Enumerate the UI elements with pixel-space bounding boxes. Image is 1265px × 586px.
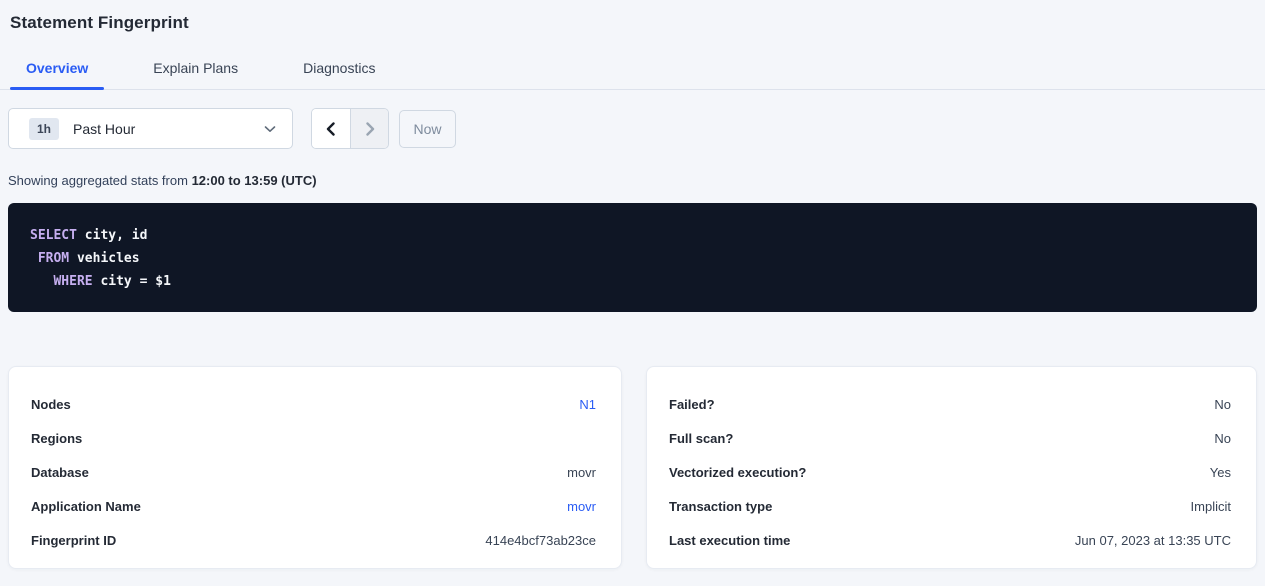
info-row: Nodes N1 xyxy=(31,387,596,421)
info-value: No xyxy=(1214,397,1231,412)
chevron-left-icon xyxy=(325,122,337,136)
next-time-button[interactable] xyxy=(350,109,388,148)
sql-keyword: FROM xyxy=(38,251,69,266)
info-row: Fingerprint ID 414e4bcf73ab23ce xyxy=(31,523,596,557)
sql-keyword: SELECT xyxy=(30,228,77,243)
tab-diagnostics[interactable]: Diagnostics xyxy=(287,60,391,89)
execution-attributes-card: Failed? No Full scan? No Vectorized exec… xyxy=(646,366,1257,569)
info-label: Nodes xyxy=(31,397,71,412)
page-title: Statement Fingerprint xyxy=(0,0,1265,33)
statement-details-card: Nodes N1 Regions Database movr Applicati… xyxy=(8,366,622,569)
application-name-link[interactable]: movr xyxy=(567,499,596,514)
time-controls: 1h Past Hour Now xyxy=(8,108,1265,149)
prev-time-button[interactable] xyxy=(312,109,350,148)
info-value: No xyxy=(1214,431,1231,446)
nodes-link[interactable]: N1 xyxy=(579,397,596,412)
info-label: Regions xyxy=(31,431,82,446)
info-row: Transaction type Implicit xyxy=(669,489,1231,523)
chevron-down-icon xyxy=(264,125,276,133)
sql-statement-box: SELECT city, id FROM vehicles WHERE city… xyxy=(8,203,1257,312)
aggregated-stats-range: 12:00 to 13:59 (UTC) xyxy=(192,173,317,188)
time-step-buttons xyxy=(311,108,389,149)
info-cards: Nodes N1 Regions Database movr Applicati… xyxy=(8,366,1257,569)
info-label: Fingerprint ID xyxy=(31,533,116,548)
info-label: Transaction type xyxy=(669,499,772,514)
tab-bar: Overview Explain Plans Diagnostics xyxy=(0,52,1265,90)
sql-text: city = $1 xyxy=(93,274,171,289)
info-value: Yes xyxy=(1210,465,1231,480)
info-row: Last execution time Jun 07, 2023 at 13:3… xyxy=(669,523,1231,557)
sql-text: vehicles xyxy=(69,251,139,266)
info-label: Last execution time xyxy=(669,533,790,548)
aggregated-stats-text: Showing aggregated stats from 12:00 to 1… xyxy=(8,173,1265,188)
sql-line: WHERE city = $1 xyxy=(30,270,1237,293)
last-execution-time-value: Jun 07, 2023 at 13:35 UTC xyxy=(1075,533,1231,548)
info-row: Vectorized execution? Yes xyxy=(669,455,1231,489)
info-label: Database xyxy=(31,465,89,480)
time-range-label: Past Hour xyxy=(73,121,264,137)
info-label: Application Name xyxy=(31,499,141,514)
info-row: Database movr xyxy=(31,455,596,489)
info-row: Failed? No xyxy=(669,387,1231,421)
sql-line: SELECT city, id xyxy=(30,224,1237,247)
info-label: Vectorized execution? xyxy=(669,465,806,480)
sql-line: FROM vehicles xyxy=(30,247,1237,270)
aggregated-stats-prefix: Showing aggregated stats from xyxy=(8,173,192,188)
info-row: Regions xyxy=(31,421,596,455)
info-label: Full scan? xyxy=(669,431,733,446)
tab-overview[interactable]: Overview xyxy=(10,60,104,89)
sql-keyword: WHERE xyxy=(53,274,92,289)
sql-text: city, id xyxy=(77,228,147,243)
info-value: movr xyxy=(567,465,596,480)
tab-explain-plans[interactable]: Explain Plans xyxy=(137,60,254,89)
chevron-right-icon xyxy=(364,122,376,136)
fingerprint-id-value: 414e4bcf73ab23ce xyxy=(485,533,596,548)
statement-fingerprint-page: Statement Fingerprint Overview Explain P… xyxy=(0,0,1265,586)
time-range-badge: 1h xyxy=(29,118,59,140)
info-value: Implicit xyxy=(1191,499,1231,514)
info-label: Failed? xyxy=(669,397,715,412)
info-row: Application Name movr xyxy=(31,489,596,523)
time-range-dropdown[interactable]: 1h Past Hour xyxy=(8,108,293,149)
now-button[interactable]: Now xyxy=(399,110,456,148)
info-row: Full scan? No xyxy=(669,421,1231,455)
